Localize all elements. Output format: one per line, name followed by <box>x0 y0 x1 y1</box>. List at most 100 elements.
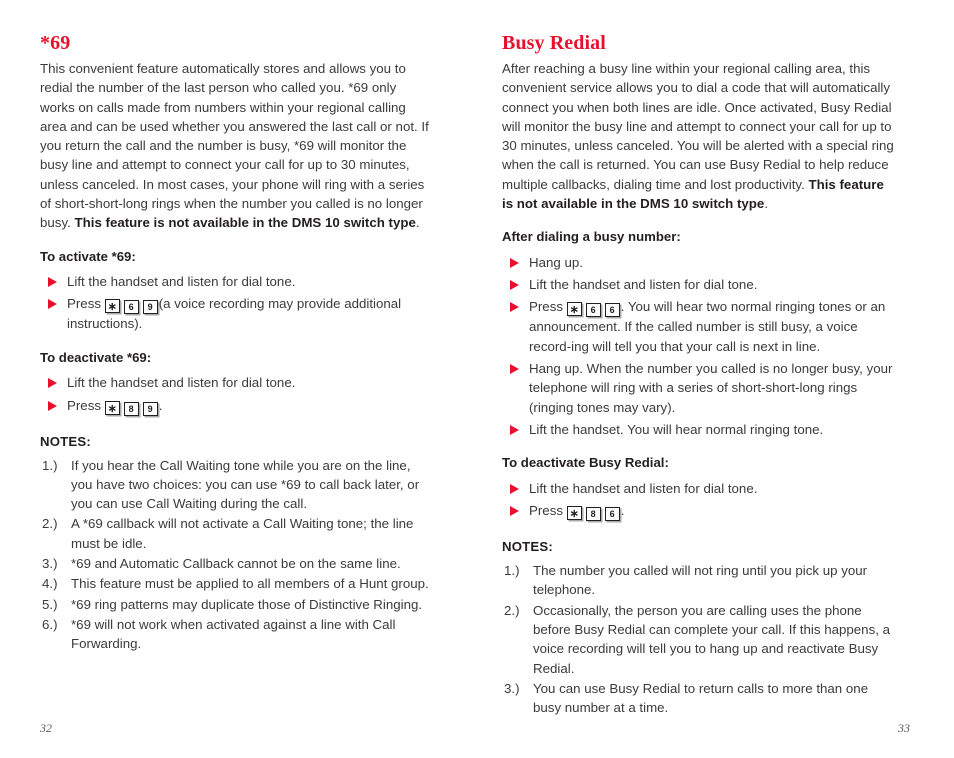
step-text: Hang up. When the number you called is n… <box>529 361 893 415</box>
instruction-step: Lift the handset. You will hear normal r… <box>502 420 894 439</box>
triangle-bullet-icon <box>510 280 519 291</box>
heading-after-dialing-busy-number: After dialing a busy number: <box>502 229 681 245</box>
triangle-bullet-icon <box>48 277 57 288</box>
triangle-bullet-icon <box>48 378 57 389</box>
step-text: Press <box>67 296 105 312</box>
page-number-left: 32 <box>40 721 52 735</box>
note-item: 3.) *69 and Automatic Callback cannot be … <box>40 554 432 573</box>
star69-intro-paragraph: This convenient feature automatically st… <box>40 59 432 233</box>
keycap-star-icon: ∗ <box>566 302 582 317</box>
keycap-star-icon: ∗ <box>566 506 582 521</box>
keycap-9-icon: 9 <box>142 300 158 315</box>
note-number: 4.) <box>42 576 58 592</box>
step-text: Press <box>529 299 567 315</box>
note-number: 3.) <box>42 556 58 572</box>
instruction-step: Lift the handset and listen for dial ton… <box>502 275 894 294</box>
step-text: Lift the handset and listen for dial ton… <box>529 277 758 293</box>
note-text: *69 and Automatic Callback cannot be on … <box>71 556 401 572</box>
note-text: *69 will not work when activated against… <box>71 616 396 652</box>
note-item: 5.) *69 ring patterns may duplicate those… <box>40 595 432 614</box>
note-number: 1.) <box>504 563 520 579</box>
left-page-column: *69 This convenient feature automaticall… <box>40 32 432 718</box>
instruction-step: Press ∗ 6 9 (a voice recording may provide … <box>40 294 432 333</box>
triangle-bullet-icon <box>510 364 519 375</box>
notes-list-left: 1.) If you hear the Call Waiting tone whi… <box>40 456 432 654</box>
heading-to-deactivate-busy-redial: To deactivate Busy Redial: <box>502 455 669 471</box>
keycap-6-icon: 6 <box>604 303 620 318</box>
keypad-sequence: ∗ 6 6 <box>566 297 621 318</box>
emphasized-text: This feature is not available in the DMS… <box>74 215 416 231</box>
keycap-6-icon: 6 <box>585 303 601 318</box>
deactivate-busy-redial-steps: Lift the handset and listen for dial ton… <box>502 479 894 522</box>
keycap-8-icon: 8 <box>123 401 139 416</box>
instruction-step: Press ∗ 6 6. You will hear two normal ring… <box>502 297 894 356</box>
note-text: *69 ring patterns may duplicate those of… <box>71 596 423 612</box>
note-number: 6.) <box>42 616 58 632</box>
instruction-step: Press ∗ 8 9. <box>40 396 432 416</box>
note-item: 1.) The number you called will not ring u… <box>502 561 894 600</box>
heading-notes-right: NOTES: <box>502 539 554 555</box>
note-number: 2.) <box>42 516 58 532</box>
note-text: You can use Busy Redial to return calls … <box>533 680 869 716</box>
step-text-continued: . <box>158 397 163 413</box>
note-item: 2.) A *69 callback will not activate a Ca… <box>40 514 432 553</box>
paragraph-text: This convenient feature automatically st… <box>40 61 429 231</box>
step-text: Lift the handset and listen for dial ton… <box>529 480 758 496</box>
two-column-layout: *69 This convenient feature automaticall… <box>0 0 954 718</box>
activate-star69-steps: Lift the handset and listen for dial ton… <box>40 272 432 334</box>
triangle-bullet-icon <box>510 257 519 268</box>
instruction-step: Hang up. <box>502 253 894 272</box>
triangle-bullet-icon <box>48 400 57 411</box>
keycap-9-icon: 9 <box>142 401 158 416</box>
page-title-star69: *69 <box>40 32 71 54</box>
instruction-step: Press ∗ 8 6. <box>502 501 894 522</box>
note-item: 1.) If you hear the Call Waiting tone whi… <box>40 456 432 514</box>
note-text: Occasionally, the person you are calling… <box>533 602 890 676</box>
step-text: Lift the handset and listen for dial ton… <box>67 375 296 391</box>
keypad-sequence: ∗ 8 9 <box>104 396 159 416</box>
busy-redial-intro-paragraph: After reaching a busy line within your r… <box>502 59 894 213</box>
triangle-bullet-icon <box>510 506 519 517</box>
paragraph-text: . <box>764 196 769 212</box>
paragraph-text: After reaching a busy line within your r… <box>502 61 894 192</box>
keycap-star-icon: ∗ <box>104 299 120 314</box>
triangle-bullet-icon <box>510 483 519 494</box>
instruction-step: Lift the handset and listen for dial ton… <box>502 479 894 498</box>
heading-notes-left: NOTES: <box>40 433 92 449</box>
instruction-step: Hang up. When the number you called is n… <box>502 359 894 417</box>
deactivate-star69-steps: Lift the handset and listen for dial ton… <box>40 373 432 416</box>
keypad-sequence: ∗ 6 9 <box>104 294 159 315</box>
note-number: 2.) <box>504 602 520 618</box>
step-text: Lift the handset and listen for dial ton… <box>67 274 296 290</box>
keypad-sequence: ∗ 8 6 <box>566 501 621 522</box>
keycap-6-icon: 6 <box>604 507 620 522</box>
note-number: 1.) <box>42 457 58 473</box>
instruction-step: Lift the handset and listen for dial ton… <box>40 272 432 291</box>
keycap-6-icon: 6 <box>123 300 139 315</box>
page-number-right: 33 <box>898 721 910 735</box>
after-dialing-steps: Hang up. Lift the handset and listen for … <box>502 253 894 439</box>
paragraph-text: . <box>415 215 420 231</box>
triangle-bullet-icon <box>510 424 519 435</box>
note-text: If you hear the Call Waiting tone while … <box>71 457 420 512</box>
step-text: Lift the handset. You will hear normal r… <box>529 421 824 437</box>
note-text: This feature must be applied to all memb… <box>71 576 429 592</box>
keycap-8-icon: 8 <box>585 507 601 522</box>
keycap-star-icon: ∗ <box>104 400 120 415</box>
step-text: Press <box>529 503 567 519</box>
note-item: 4.) This feature must be applied to all m… <box>40 574 432 593</box>
notes-list-right: 1.) The number you called will not ring u… <box>502 561 894 717</box>
heading-to-activate-star69: To activate *69: <box>40 248 136 264</box>
note-item: 3.) You can use Busy Redial to return cal… <box>502 679 894 718</box>
triangle-bullet-icon <box>48 299 57 310</box>
note-item: 2.) Occasionally, the person you are call… <box>502 601 894 678</box>
note-text: The number you called will not ring unti… <box>533 563 868 598</box>
instruction-step: Lift the handset and listen for dial ton… <box>40 373 432 392</box>
triangle-bullet-icon <box>510 302 519 313</box>
heading-to-deactivate-star69: To deactivate *69: <box>40 349 152 365</box>
right-page-column: Busy Redial After reaching a busy line w… <box>502 32 894 718</box>
note-item: 6.) *69 will not work when activated agai… <box>40 615 432 654</box>
step-text-continued: . <box>620 503 625 519</box>
step-text: Hang up. <box>529 254 583 270</box>
note-number: 3.) <box>504 680 520 696</box>
